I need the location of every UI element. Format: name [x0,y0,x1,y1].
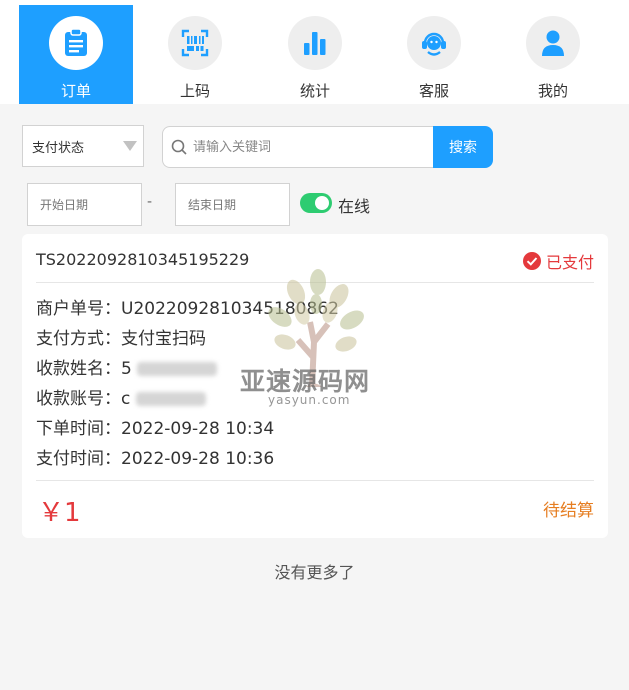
toggle-knob [315,196,329,210]
end-date-input[interactable]: 结束日期 [175,183,290,226]
pay-time-label: 支付时间： [36,449,121,469]
date-separator: - [147,194,153,210]
check-circle-icon [522,252,541,270]
payee-account-label: 收款账号： [36,389,121,409]
dropdown-arrow-icon [123,141,137,151]
nav-label-upload-code: 上码 [179,82,210,100]
order-time-value: 2022-09-28 10:34 [121,419,275,439]
start-date-input[interactable]: 开始日期 [27,183,142,226]
nav-item-statistics[interactable]: 统计 [258,5,372,104]
merchant-order-value: U2022092810345180862 [121,299,339,319]
pay-time-value: 2022-09-28 10:36 [121,449,275,469]
status-text: 已支付 [545,253,594,272]
no-more-text: 没有更多了 [274,563,355,582]
nav-label-orders: 订单 [60,82,91,100]
search-button[interactable]: 搜索 [433,126,493,168]
watermark-url: yasyun.com [268,393,351,407]
online-toggle[interactable] [300,193,332,213]
order-number: TS2022092810345195229 [36,250,250,269]
qrcode-icon [181,29,209,57]
payee-name-value: 5 [121,359,132,379]
order-amount: ￥1 [38,498,81,528]
card-divider [36,282,594,283]
redacted-blur [135,392,206,406]
card-divider [36,480,594,481]
payee-name-label: 收款姓名： [36,359,121,379]
nav-icon-circle [288,16,342,70]
payment-method-value: 支付宝扫码 [121,329,206,349]
payment-method-label: 支付方式： [36,329,121,349]
nav-label-statistics: 统计 [299,82,330,100]
order-time-label: 下单时间： [36,419,121,439]
online-label: 在线 [338,197,371,216]
customer-service-icon [422,32,446,56]
order-icon [65,29,87,56]
payment-method-row: 支付方式：支付宝扫码 [36,324,339,354]
search-box [162,126,434,168]
nav-item-mine[interactable]: 我的 [496,5,610,104]
merchant-order-row: 商户单号：U2022092810345180862 [36,294,339,324]
status-badge: 已支付 [522,249,594,273]
nav-icon-circle [168,16,222,70]
payment-status-select[interactable]: 支付状态 [22,125,144,167]
top-nav: 订单 上码 统计 客服 我的 [0,0,629,104]
nav-item-customer-service[interactable]: 客服 [377,5,491,104]
nav-label-customer-service: 客服 [418,82,449,100]
settlement-status: 待结算 [543,501,594,521]
nav-icon-circle [407,16,461,70]
search-input[interactable] [193,139,423,155]
order-time-row: 下单时间：2022-09-28 10:34 [36,414,339,444]
redacted-blur [137,362,218,376]
search-icon [171,139,187,155]
payee-account-value: c [121,389,131,409]
nav-item-orders[interactable]: 订单 [19,5,133,104]
merchant-order-label: 商户单号： [36,299,121,319]
pay-time-row: 支付时间：2022-09-28 10:36 [36,444,339,474]
nav-icon-circle [526,16,580,70]
bar-chart-icon [304,32,326,55]
payment-status-select-value: 支付状态 [32,140,85,156]
nav-label-mine: 我的 [537,82,568,100]
nav-icon-circle [49,16,103,70]
user-icon [542,30,564,56]
nav-item-upload-code[interactable]: 上码 [138,5,252,104]
